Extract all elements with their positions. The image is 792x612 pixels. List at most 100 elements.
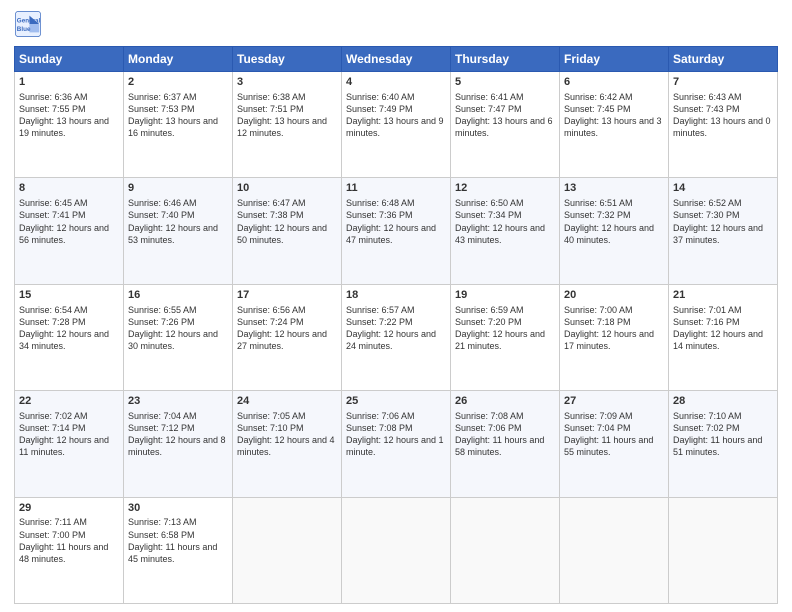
- calendar-cell: 27Sunrise: 7:09 AMSunset: 7:04 PMDayligh…: [560, 391, 669, 497]
- day-number: 24: [237, 394, 337, 409]
- calendar-cell: 20Sunrise: 7:00 AMSunset: 7:18 PMDayligh…: [560, 284, 669, 390]
- calendar-cell: 1Sunrise: 6:36 AMSunset: 7:55 PMDaylight…: [15, 72, 124, 178]
- calendar-cell: 7Sunrise: 6:43 AMSunset: 7:43 PMDaylight…: [669, 72, 778, 178]
- day-number: 14: [673, 181, 773, 196]
- day-number: 9: [128, 181, 228, 196]
- day-number: 3: [237, 75, 337, 90]
- svg-text:Blue: Blue: [17, 26, 31, 33]
- sunset-text: Sunset: 7:10 PM: [237, 423, 304, 433]
- sunrise-text: Sunrise: 7:01 AM: [673, 305, 742, 315]
- sunrise-text: Sunrise: 6:47 AM: [237, 198, 306, 208]
- sunset-text: Sunset: 7:36 PM: [346, 210, 413, 220]
- calendar-cell: 21Sunrise: 7:01 AMSunset: 7:16 PMDayligh…: [669, 284, 778, 390]
- calendar-cell: 28Sunrise: 7:10 AMSunset: 7:02 PMDayligh…: [669, 391, 778, 497]
- sunrise-text: Sunrise: 6:43 AM: [673, 92, 742, 102]
- calendar-cell: 10Sunrise: 6:47 AMSunset: 7:38 PMDayligh…: [233, 178, 342, 284]
- logo-icon: General Blue: [14, 10, 42, 38]
- daylight-text: Daylight: 12 hours and 8 minutes.: [128, 435, 226, 457]
- sunset-text: Sunset: 7:34 PM: [455, 210, 522, 220]
- daylight-text: Daylight: 13 hours and 6 minutes.: [455, 116, 553, 138]
- sunset-text: Sunset: 7:43 PM: [673, 104, 740, 114]
- calendar-cell: 5Sunrise: 6:41 AMSunset: 7:47 PMDaylight…: [451, 72, 560, 178]
- sunrise-text: Sunrise: 6:41 AM: [455, 92, 524, 102]
- sunset-text: Sunset: 7:20 PM: [455, 317, 522, 327]
- daylight-text: Daylight: 12 hours and 56 minutes.: [19, 223, 109, 245]
- sunrise-text: Sunrise: 7:11 AM: [19, 517, 87, 527]
- calendar-cell: 30Sunrise: 7:13 AMSunset: 6:58 PMDayligh…: [124, 497, 233, 603]
- sunset-text: Sunset: 7:06 PM: [455, 423, 522, 433]
- sunrise-text: Sunrise: 7:08 AM: [455, 411, 524, 421]
- daylight-text: Daylight: 13 hours and 16 minutes.: [128, 116, 218, 138]
- day-number: 28: [673, 394, 773, 409]
- calendar-cell: 24Sunrise: 7:05 AMSunset: 7:10 PMDayligh…: [233, 391, 342, 497]
- calendar-cell: 12Sunrise: 6:50 AMSunset: 7:34 PMDayligh…: [451, 178, 560, 284]
- sunrise-text: Sunrise: 6:37 AM: [128, 92, 197, 102]
- calendar-cell: 26Sunrise: 7:08 AMSunset: 7:06 PMDayligh…: [451, 391, 560, 497]
- sunrise-text: Sunrise: 6:56 AM: [237, 305, 306, 315]
- calendar-cell: 18Sunrise: 6:57 AMSunset: 7:22 PMDayligh…: [342, 284, 451, 390]
- day-number: 12: [455, 181, 555, 196]
- sunrise-text: Sunrise: 7:02 AM: [19, 411, 88, 421]
- day-number: 22: [19, 394, 119, 409]
- sunrise-text: Sunrise: 6:57 AM: [346, 305, 415, 315]
- calendar-cell: 8Sunrise: 6:45 AMSunset: 7:41 PMDaylight…: [15, 178, 124, 284]
- col-header-sunday: Sunday: [15, 47, 124, 72]
- daylight-text: Daylight: 12 hours and 37 minutes.: [673, 223, 763, 245]
- calendar-cell: 6Sunrise: 6:42 AMSunset: 7:45 PMDaylight…: [560, 72, 669, 178]
- sunrise-text: Sunrise: 6:46 AM: [128, 198, 197, 208]
- calendar-table: SundayMondayTuesdayWednesdayThursdayFrid…: [14, 46, 778, 604]
- sunset-text: Sunset: 7:40 PM: [128, 210, 195, 220]
- sunset-text: Sunset: 7:24 PM: [237, 317, 304, 327]
- sunset-text: Sunset: 7:30 PM: [673, 210, 740, 220]
- sunset-text: Sunset: 7:22 PM: [346, 317, 413, 327]
- calendar-week-4: 22 Sunrise: 7:02 AM Sunset: 7:14 PM Dayligh…: [15, 391, 778, 497]
- daylight-text: Daylight: 13 hours and 9 minutes.: [346, 116, 444, 138]
- daylight-text: Daylight: 12 hours and 47 minutes.: [346, 223, 436, 245]
- daylight-text: Daylight: 12 hours and 34 minutes.: [19, 329, 109, 351]
- daylight-text: Daylight: 11 hours and 45 minutes.: [128, 542, 217, 564]
- calendar-week-2: 8Sunrise: 6:45 AMSunset: 7:41 PMDaylight…: [15, 178, 778, 284]
- calendar-cell: [669, 497, 778, 603]
- sunset-text: Sunset: 7:16 PM: [673, 317, 740, 327]
- day-number: 27: [564, 394, 664, 409]
- sunset-text: Sunset: 7:02 PM: [673, 423, 740, 433]
- calendar-cell: 11Sunrise: 6:48 AMSunset: 7:36 PMDayligh…: [342, 178, 451, 284]
- sunset-text: Sunset: 7:41 PM: [19, 210, 86, 220]
- sunset-text: Sunset: 7:04 PM: [564, 423, 631, 433]
- calendar-cell: 19Sunrise: 6:59 AMSunset: 7:20 PMDayligh…: [451, 284, 560, 390]
- sunrise-text: Sunrise: 7:13 AM: [128, 517, 197, 527]
- calendar-cell: 3Sunrise: 6:38 AMSunset: 7:51 PMDaylight…: [233, 72, 342, 178]
- sunrise-text: Sunrise: 7:00 AM: [564, 305, 633, 315]
- day-number: 18: [346, 288, 446, 303]
- sunset-text: Sunset: 7:28 PM: [19, 317, 86, 327]
- sunrise-text: Sunrise: 6:50 AM: [455, 198, 524, 208]
- sunset-text: Sunset: 7:14 PM: [19, 423, 86, 433]
- daylight-text: Daylight: 12 hours and 50 minutes.: [237, 223, 327, 245]
- sunset-text: Sunset: 7:55 PM: [19, 104, 86, 114]
- sunrise-text: Sunrise: 7:06 AM: [346, 411, 415, 421]
- daylight-text: Daylight: 13 hours and 3 minutes.: [564, 116, 662, 138]
- col-header-thursday: Thursday: [451, 47, 560, 72]
- daylight-text: Daylight: 12 hours and 40 minutes.: [564, 223, 654, 245]
- calendar-cell: 17Sunrise: 6:56 AMSunset: 7:24 PMDayligh…: [233, 284, 342, 390]
- sunrise-text: Sunrise: 6:38 AM: [237, 92, 306, 102]
- sunrise-text: Sunrise: 6:42 AM: [564, 92, 633, 102]
- sunset-text: Sunset: 7:38 PM: [237, 210, 304, 220]
- calendar-cell: [451, 497, 560, 603]
- col-header-tuesday: Tuesday: [233, 47, 342, 72]
- day-number: 17: [237, 288, 337, 303]
- day-number: 7: [673, 75, 773, 90]
- daylight-text: Daylight: 12 hours and 14 minutes.: [673, 329, 763, 351]
- day-number: 13: [564, 181, 664, 196]
- sunset-text: Sunset: 7:49 PM: [346, 104, 413, 114]
- calendar-week-3: 15Sunrise: 6:54 AMSunset: 7:28 PMDayligh…: [15, 284, 778, 390]
- daylight-text: Daylight: 12 hours and 21 minutes.: [455, 329, 545, 351]
- calendar-cell: [233, 497, 342, 603]
- day-number: 1: [19, 75, 119, 90]
- calendar-cell: 14Sunrise: 6:52 AMSunset: 7:30 PMDayligh…: [669, 178, 778, 284]
- day-number: 23: [128, 394, 228, 409]
- calendar-cell: 13Sunrise: 6:51 AMSunset: 7:32 PMDayligh…: [560, 178, 669, 284]
- day-number: 30: [128, 501, 228, 516]
- day-number: 11: [346, 181, 446, 196]
- calendar-cell: 29Sunrise: 7:11 AMSunset: 7:00 PMDayligh…: [15, 497, 124, 603]
